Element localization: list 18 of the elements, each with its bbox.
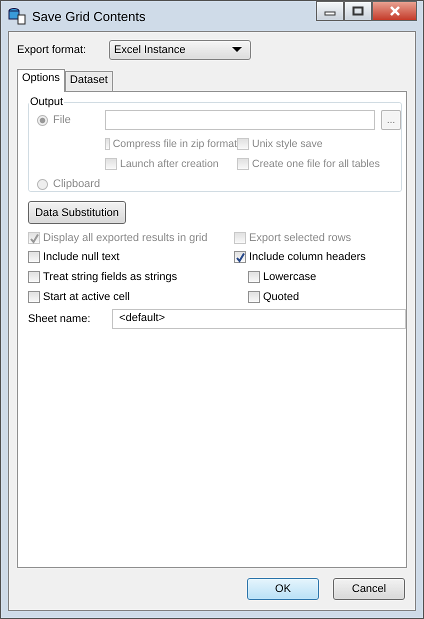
tab[interactable]: Options bbox=[17, 69, 65, 92]
dialog-button[interactable]: Cancel bbox=[333, 578, 405, 600]
export-format-dropdown[interactable]: Excel Instance bbox=[109, 40, 251, 60]
dialog-button[interactable]: OK bbox=[247, 578, 319, 600]
checkbox-option[interactable]: Quoted bbox=[248, 289, 366, 305]
checkbox-option[interactable]: Lowercase bbox=[248, 269, 366, 285]
data-substitution-button[interactable]: Data Substitution bbox=[28, 201, 126, 224]
sheet-name-label: Sheet name: bbox=[28, 313, 92, 325]
checkbox-option[interactable]: Include null text bbox=[28, 249, 234, 265]
browse-button[interactable]: ... bbox=[381, 110, 401, 130]
checkbox-option[interactable]: Treat string fields as strings bbox=[28, 269, 234, 285]
sheet-name-field[interactable]: <default> bbox=[112, 309, 406, 329]
checkbox-option[interactable]: Start at active cell bbox=[28, 289, 234, 305]
group-title: Output bbox=[29, 96, 64, 108]
export-format-label: Export format: bbox=[17, 44, 88, 56]
checkbox-option[interactable]: Include column headers bbox=[234, 249, 366, 265]
window-title: Save Grid Contents bbox=[32, 8, 146, 24]
tab[interactable]: Dataset bbox=[64, 71, 113, 91]
